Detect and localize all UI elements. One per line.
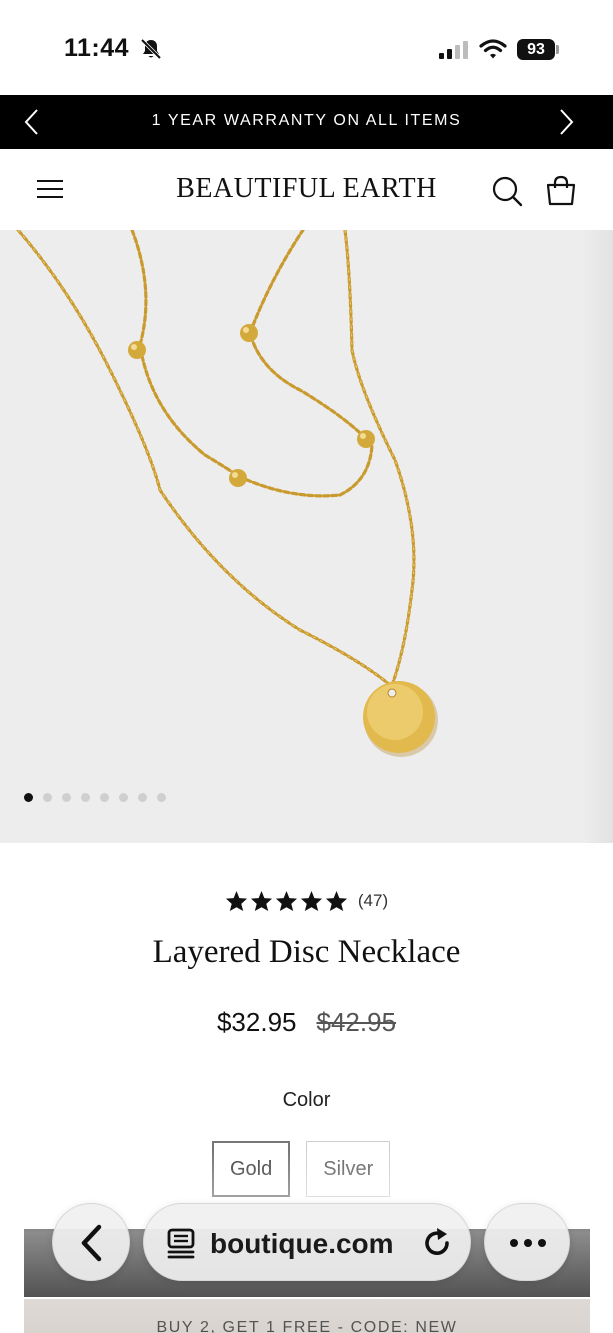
more-icon <box>510 1239 546 1247</box>
tabs-icon <box>167 1228 195 1259</box>
star-icon <box>325 890 347 912</box>
star-icon <box>225 890 247 912</box>
signal-icon <box>439 41 468 59</box>
battery-tip <box>556 45 559 54</box>
search-icon[interactable] <box>490 174 524 208</box>
star-rating <box>225 890 348 912</box>
product-image-gallery[interactable] <box>0 230 613 843</box>
sale-price: $32.95 <box>216 1007 297 1037</box>
gallery-pagination <box>24 793 166 803</box>
color-options: Gold Silver <box>212 1141 391 1197</box>
gallery-dot[interactable] <box>100 793 109 802</box>
site-logo[interactable]: BEAUTIFUL EARTH <box>150 173 463 205</box>
browser-address-bar[interactable]: boutique.com <box>143 1203 471 1281</box>
site-header: BEAUTIFUL EARTH <box>0 149 613 230</box>
review-count[interactable]: (47) <box>358 891 388 911</box>
wifi-icon <box>479 39 507 59</box>
star-icon <box>300 890 322 912</box>
gallery-dot[interactable] <box>119 793 128 802</box>
chevron-right-icon[interactable] <box>550 107 580 137</box>
gallery-dot[interactable] <box>43 793 52 802</box>
compare-at-price: $42.95 <box>316 1007 397 1037</box>
product-image <box>16 230 438 757</box>
star-icon <box>250 890 272 912</box>
shopping-bag-icon[interactable] <box>544 174 578 208</box>
announcement-text: 1 YEAR WARRANTY ON ALL ITEMS <box>151 112 462 129</box>
url-text: boutique.com <box>210 1228 394 1259</box>
gallery-dot[interactable] <box>157 793 166 802</box>
color-option-label: Color <box>282 1089 331 1111</box>
promo-text: BUY 2, GET 1 FREE - CODE: NEW <box>156 1319 458 1333</box>
promo-banner: BUY 2, GET 1 FREE - CODE: NEW <box>24 1299 590 1333</box>
gallery-dot[interactable] <box>81 793 90 802</box>
menu-icon-line <box>37 196 63 198</box>
menu-icon <box>37 180 63 182</box>
product-rating[interactable]: (47) <box>0 890 613 912</box>
menu-button[interactable] <box>35 176 65 202</box>
gallery-dot[interactable] <box>24 793 33 802</box>
reload-icon[interactable] <box>420 1226 454 1260</box>
back-arrow-icon <box>81 1224 102 1262</box>
color-option-gold[interactable]: Gold <box>212 1141 291 1197</box>
browser-more-button[interactable] <box>484 1203 570 1281</box>
bell-slash-icon <box>140 38 162 60</box>
status-bar: 11:44 93 <box>0 0 613 95</box>
product-price: $32.95 $42.95 <box>0 1007 613 1038</box>
status-time: 11:44 <box>64 34 130 62</box>
battery-level: 93 <box>517 39 555 60</box>
menu-icon-line <box>37 188 63 190</box>
color-option-silver[interactable]: Silver <box>306 1141 391 1197</box>
gallery-dot[interactable] <box>62 793 71 802</box>
gallery-next-peek <box>583 230 613 843</box>
gallery-dot[interactable] <box>138 793 147 802</box>
star-icon <box>275 890 297 912</box>
browser-back-button[interactable] <box>52 1203 130 1281</box>
announcement-bar: 1 YEAR WARRANTY ON ALL ITEMS <box>0 95 613 149</box>
product-title: Layered Disc Necklace <box>152 934 461 970</box>
